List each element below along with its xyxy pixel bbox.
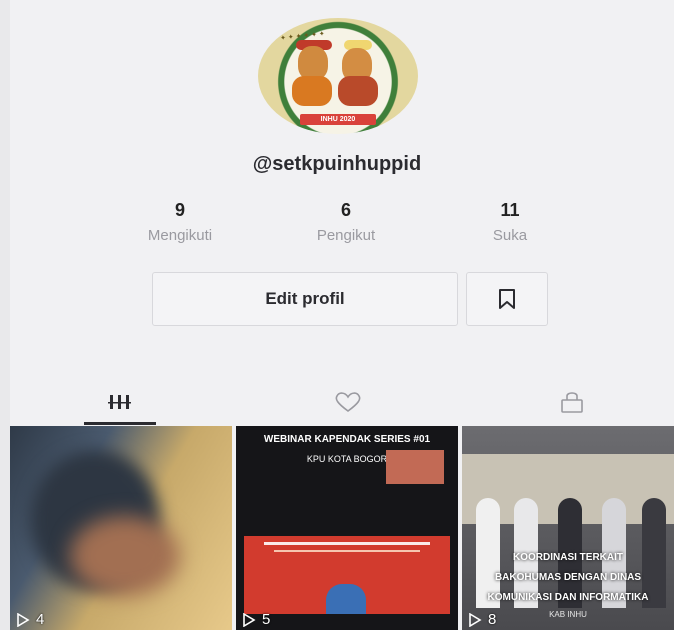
avatar-figure-left [298, 46, 328, 80]
view-count: 4 [16, 611, 44, 628]
play-icon [243, 612, 256, 627]
thumb-blur-skin [70, 516, 180, 596]
view-count: 8 [468, 611, 496, 628]
username: @setkpuinhuppid [252, 153, 422, 175]
thumb-caption: KOMUNIKASI DAN INFORMATIKA [487, 592, 649, 603]
tab-liked[interactable] [312, 378, 384, 426]
tab-private[interactable] [536, 378, 608, 426]
thumb-slide [244, 536, 450, 614]
thumb-caption: KOORDINASI TERKAIT [513, 552, 623, 563]
lock-icon [561, 392, 583, 413]
tab-videos[interactable] [84, 378, 156, 426]
active-tab-indicator [84, 422, 156, 425]
stat-following-label: Mengikuti [147, 227, 213, 244]
bookmarks-button[interactable] [466, 272, 548, 326]
stat-likes-label: Suka [492, 227, 528, 244]
avatar-body-right [338, 76, 378, 106]
avatar-banner-text: INHU 2020 [320, 116, 356, 123]
stat-likes[interactable]: 11 Suka [450, 200, 570, 244]
video-thumbnail[interactable]: 4 [10, 426, 232, 630]
video-grid: 4 WEBINAR KAPENDAK SERIES #01 KPU KOTA B… [10, 426, 674, 630]
bookmark-icon [499, 289, 515, 309]
stat-followers-value: 6 [340, 200, 351, 220]
stat-following-value: 9 [174, 200, 185, 220]
avatar[interactable]: ✦ ✦ ✦ ✦ ✦ ✦ INHU 2020 [258, 18, 418, 134]
view-count: 5 [242, 611, 270, 628]
thumb-caption: BAKOHUMAS DENGAN DINAS [494, 572, 642, 583]
heart-icon [335, 392, 361, 412]
slide-line [274, 550, 420, 552]
play-icon [17, 612, 30, 627]
slide-presenter [326, 584, 366, 614]
thumb-inset-video [386, 450, 444, 484]
view-count-value: 8 [488, 611, 497, 628]
stat-following[interactable]: 9 Mengikuti [120, 200, 240, 244]
stat-likes-value: 11 [500, 200, 520, 220]
stat-followers-label: Pengikut [316, 227, 376, 244]
profile-tabs [10, 378, 674, 426]
avatar-body-left [292, 76, 332, 106]
view-count-value: 5 [262, 611, 271, 628]
play-icon [469, 612, 482, 627]
view-count-value: 4 [36, 611, 45, 628]
video-thumbnail[interactable]: KOORDINASI TERKAIT BAKOHUMAS DENGAN DINA… [462, 426, 674, 630]
grid-icon [108, 395, 131, 409]
thumb-title: WEBINAR KAPENDAK SERIES #01 [263, 434, 431, 445]
avatar-banner: INHU 2020 [300, 114, 376, 125]
stat-followers[interactable]: 6 Pengikut [286, 200, 406, 244]
slide-line [264, 542, 430, 545]
video-thumbnail[interactable]: WEBINAR KAPENDAK SERIES #01 KPU KOTA BOG… [236, 426, 458, 630]
edit-profile-button[interactable]: Edit profil [152, 272, 458, 326]
